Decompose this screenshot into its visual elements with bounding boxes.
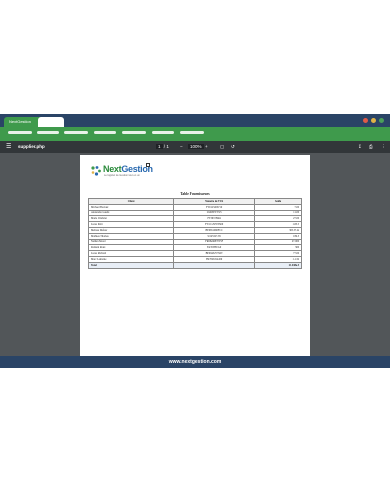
window-controls: [363, 118, 384, 123]
company-logo: NextGestion Le logiciel de Gestion tout …: [90, 161, 153, 181]
bookmark-item[interactable]: [152, 131, 174, 134]
fit-page-icon[interactable]: ▢: [220, 144, 224, 150]
pdf-page: NextGestion Le logiciel de Gestion tout …: [80, 155, 310, 356]
page-current-input[interactable]: 1: [156, 144, 163, 149]
logo-mark-icon: [91, 166, 101, 176]
title-bar: NextGestion: [0, 114, 390, 127]
zoom-out-button[interactable]: −: [180, 144, 183, 149]
bookmark-item[interactable]: [64, 131, 88, 134]
zoom-value[interactable]: 100%: [188, 144, 204, 149]
maximize-window-icon[interactable]: [379, 118, 384, 123]
page-total: 1: [166, 144, 169, 149]
total-row: Total 21.048e.5: [87, 261, 302, 269]
logo-badge: [146, 163, 150, 167]
download-icon[interactable]: ↧: [358, 144, 362, 150]
bookmark-item[interactable]: [8, 131, 32, 134]
more-icon[interactable]: ⋮: [381, 144, 386, 150]
zoom-in-button[interactable]: +: [205, 144, 208, 149]
table-body: Michael Bouvier FT0123456710 7.00 Alexandre…: [87, 203, 302, 269]
pdf-filename: supplier.php: [18, 144, 45, 149]
pdf-viewer[interactable]: NextGestion Le logiciel de Gestion tout …: [0, 153, 390, 356]
logo-tagline: Le logiciel de Gestion tout en un: [104, 174, 140, 177]
report-title: Table Fournisseurs: [180, 192, 210, 196]
bookmark-item[interactable]: [180, 131, 204, 134]
minimize-window-icon[interactable]: [371, 118, 376, 123]
zoom-level: 100%: [188, 144, 204, 149]
bookmarks-bar: [0, 127, 390, 141]
tab-label: NextGestion: [9, 119, 32, 124]
total-spacer: [173, 261, 256, 269]
page-indicator: 1 / 1: [156, 144, 169, 149]
bookmark-item[interactable]: [37, 131, 59, 134]
browser-window: NextGestion ☰ supplier.php 1 / 1 − 100% …: [0, 114, 390, 368]
close-window-icon[interactable]: [363, 118, 368, 123]
new-tab[interactable]: [38, 117, 64, 127]
total-value: 21.048e.5: [254, 261, 302, 269]
print-icon[interactable]: ⎙: [369, 144, 373, 149]
hamburger-icon[interactable]: ☰: [6, 143, 11, 150]
bookmark-item[interactable]: [122, 131, 146, 134]
total-label: Total: [87, 261, 175, 269]
rotate-icon[interactable]: ↺: [231, 144, 235, 150]
suppliers-table: Client Numéro de TVA Solde Michael Bouvi…: [87, 198, 302, 269]
pdf-toolbar: ☰ supplier.php 1 / 1 − 100% + ▢ ↺ ↧ ⎙ ⋮: [0, 141, 390, 153]
bookmark-item[interactable]: [94, 131, 116, 134]
page-separator: /: [163, 144, 166, 149]
site-footer: www.nextgestion.com: [0, 356, 390, 368]
logo-text-a: Next: [103, 164, 122, 174]
